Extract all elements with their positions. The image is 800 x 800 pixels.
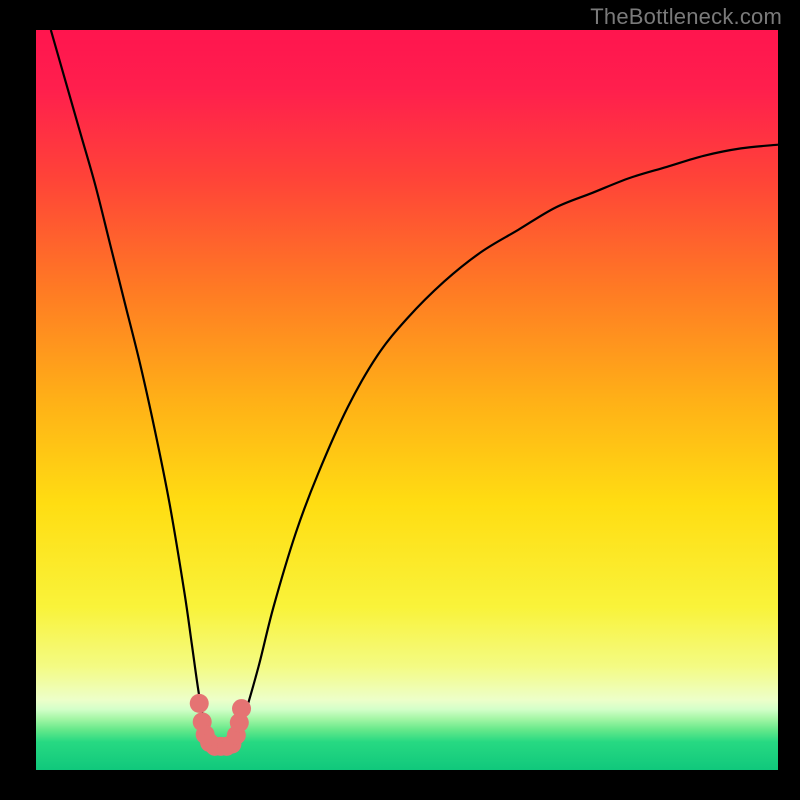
chart-svg	[0, 0, 800, 800]
marker-dot	[232, 699, 251, 718]
chart-container: TheBottleneck.com	[0, 0, 800, 800]
marker-dot	[190, 694, 209, 713]
watermark-text: TheBottleneck.com	[590, 4, 782, 30]
